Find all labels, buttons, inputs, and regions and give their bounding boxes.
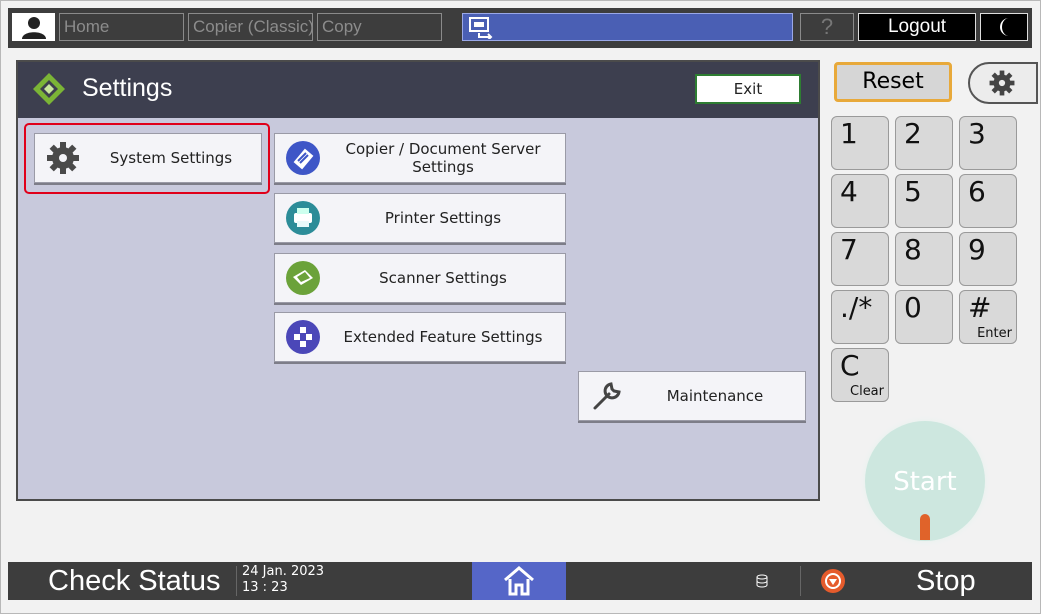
keypad-key[interactable]: 4 [831,174,889,228]
gear-icon [989,70,1015,96]
extended-feature-settings-button[interactable]: Extended Feature Settings [274,312,566,362]
storage-icon [756,574,768,588]
divider [236,566,237,596]
date-text: 24 Jan. 2023 [242,564,325,579]
keypad-key-digit: 8 [904,233,922,266]
keypad-key-digit: 3 [968,117,986,150]
start-indicator-light [920,514,930,540]
stop-icon [821,569,845,593]
keypad-key[interactable]: 3 [959,116,1017,170]
keypad-key-digit: 7 [840,233,858,266]
keypad-key-digit: # [968,291,992,324]
divider [800,566,801,596]
keypad-key[interactable]: 2 [895,116,953,170]
settings-hard-key[interactable] [968,62,1038,104]
keypad-key-digit: 6 [968,175,986,208]
gear-icon [47,142,79,174]
scanner-settings-button[interactable]: Scanner Settings [274,253,566,303]
energy-saver-button[interactable] [980,13,1028,41]
keypad-key-digit: 2 [904,117,922,150]
document-icon [286,141,320,175]
home-tab[interactable]: Home [59,13,184,41]
extended-feature-settings-label: Extended Feature Settings [343,328,543,346]
keypad-key[interactable]: # Enter [959,290,1017,344]
help-button[interactable]: ? [800,13,854,41]
bottom-bar: Check Status 24 Jan. 2023 13 : 23 Stop [8,562,1032,600]
keypad-key[interactable]: ./* [831,290,889,344]
maintenance-label: Maintenance [666,387,764,405]
logout-button[interactable]: Logout [858,13,976,41]
page-title: Settings [82,74,173,102]
start-label: Start [893,467,957,497]
exit-button[interactable]: Exit [695,74,801,104]
keypad-key[interactable]: 8 [895,232,953,286]
copier-classic-tab[interactable]: Copier (Classic) [188,13,313,41]
start-button[interactable]: Start [865,421,985,541]
copy-tab[interactable]: Copy [317,13,442,41]
check-status-button[interactable]: Check Status [48,562,220,600]
keypad-key[interactable]: 1 [831,116,889,170]
date-time: 24 Jan. 2023 13 : 23 [242,564,324,596]
time-text: 13 : 23 [242,580,288,595]
user-icon [22,17,46,39]
maintenance-button[interactable]: Maintenance [578,371,806,421]
keypad-key-digit: 5 [904,175,922,208]
keypad-key-sublabel: Enter [977,326,1012,341]
top-bar: Home Copier (Classic) Copy ? Logout [8,8,1032,48]
keypad-key[interactable]: 9 [959,232,1017,286]
copier-settings-button[interactable]: Copier / Document Server Settings [274,133,566,183]
keypad-key-digit: ./* [840,291,873,324]
printer-settings-button[interactable]: Printer Settings [274,193,566,243]
keypad-key[interactable]: 0 [895,290,953,344]
printer-settings-label: Printer Settings [384,209,502,227]
home-icon [504,566,534,596]
keypad-key-digit: 1 [840,117,858,150]
home-button[interactable] [472,562,566,600]
system-settings-button[interactable]: System Settings [34,133,262,183]
scanner-icon [286,261,320,295]
keypad-key-digit: 9 [968,233,986,266]
reset-button[interactable]: Reset [834,62,952,102]
settings-logo-icon [33,73,65,105]
printer-icon [286,201,320,235]
keypad-key[interactable]: C Clear [831,348,889,402]
copier-settings-line1: Copier / Document Server [345,140,541,158]
wrench-icon [593,382,621,410]
screen-share-icon [469,17,493,39]
keypad-key-digit: 4 [840,175,858,208]
user-icon-button[interactable] [12,13,55,41]
stop-button[interactable]: Stop [916,562,976,600]
stop-octagon-icon [825,573,841,589]
remote-connection-bar[interactable] [462,13,793,41]
settings-header: Settings Exit [18,62,818,118]
keypad-key[interactable]: 5 [895,174,953,228]
puzzle-icon [286,320,320,354]
copier-settings-label: Copier / Document Server Settings [325,134,561,182]
keypad-key[interactable]: 7 [831,232,889,286]
keypad-key-digit: C [840,349,860,382]
system-settings-label: System Settings [109,149,233,167]
copier-settings-line2: Settings [412,158,474,176]
keypad-key[interactable]: 6 [959,174,1017,228]
scanner-settings-label: Scanner Settings [379,269,507,287]
keypad-key-sublabel: Clear [850,384,884,399]
keypad-key-digit: 0 [904,291,922,324]
moon-icon [1000,18,1009,36]
